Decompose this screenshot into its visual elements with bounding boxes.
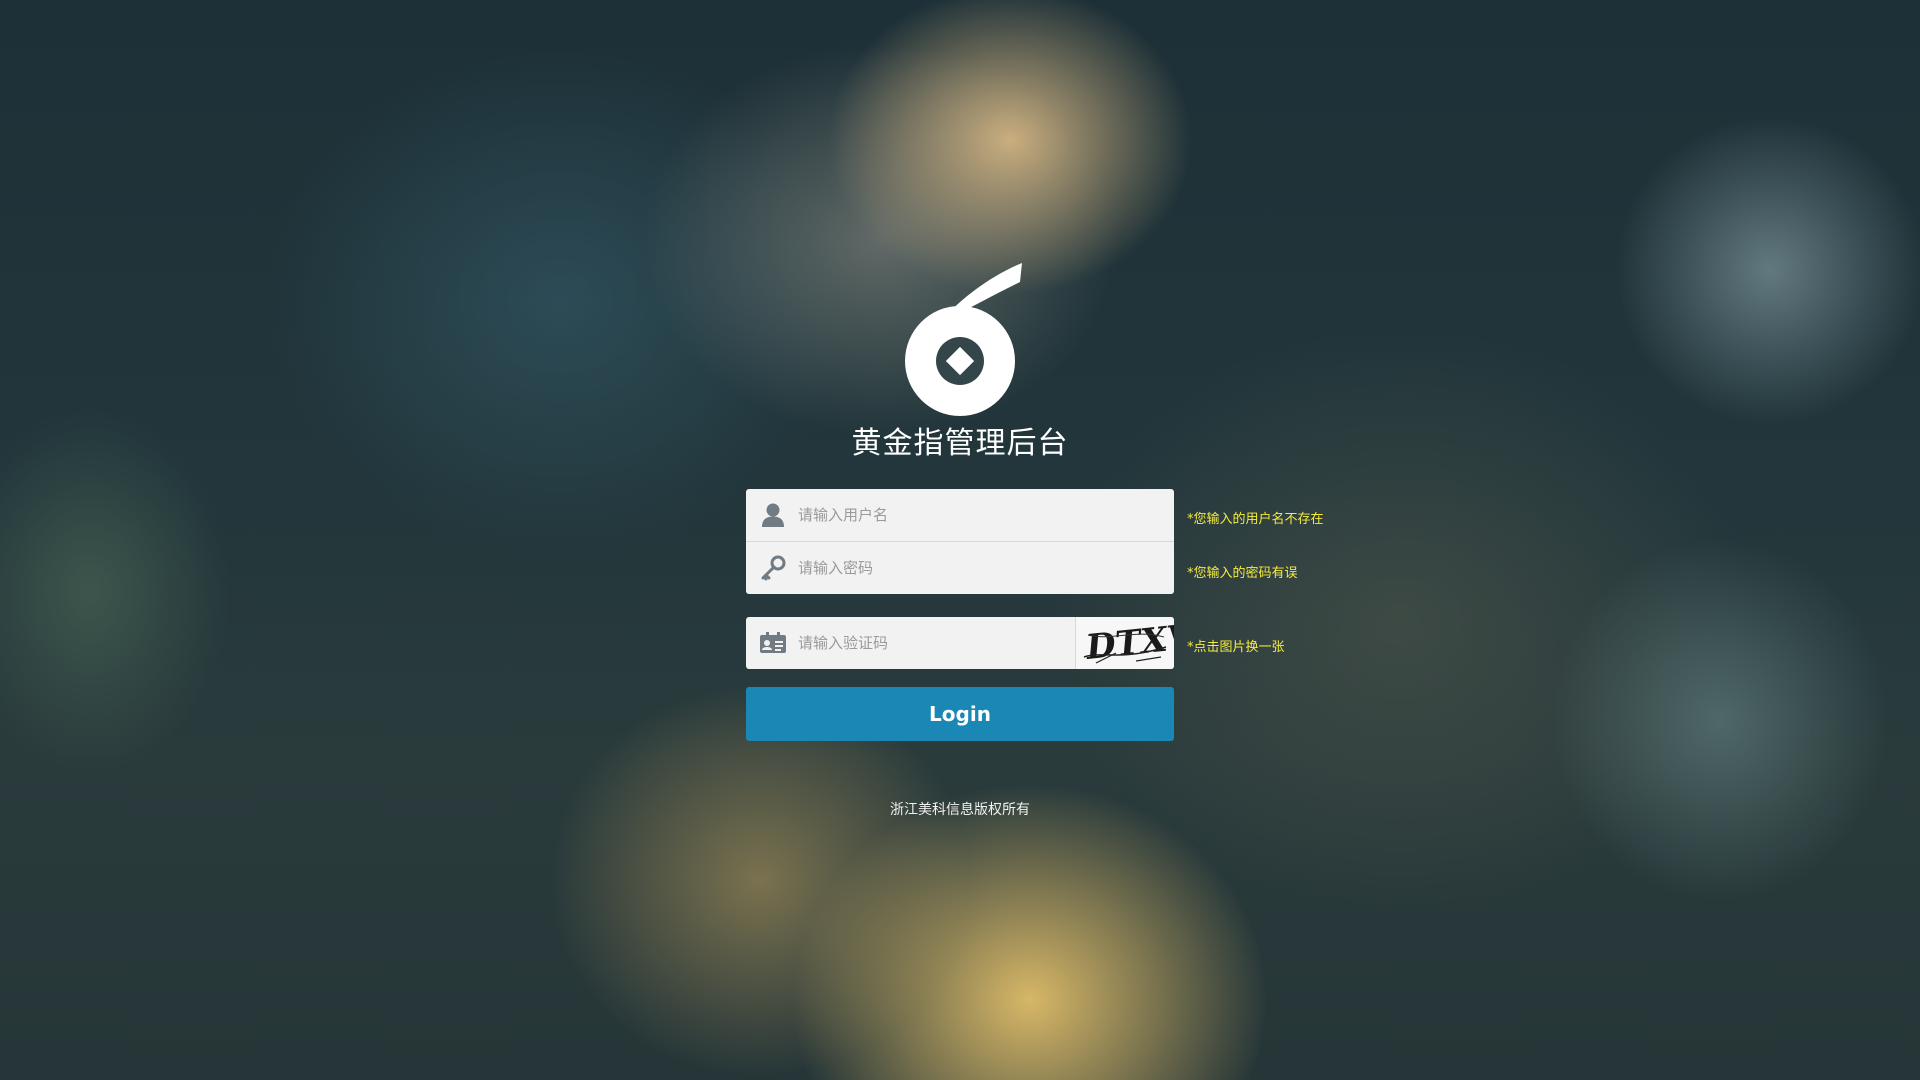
id-card-icon: [758, 628, 788, 658]
username-error: *您输入的用户名不存在: [1187, 512, 1324, 527]
login-button[interactable]: Login: [746, 687, 1174, 741]
credentials-panel: [746, 489, 1174, 594]
key-icon: [758, 553, 788, 583]
page-title: 黄金指管理后台: [851, 426, 1069, 461]
username-input[interactable]: [796, 494, 1174, 536]
captcha-image[interactable]: DTXV: [1075, 617, 1174, 669]
captcha-panel: DTXV: [746, 617, 1174, 669]
captcha-text: DTXV: [1083, 617, 1174, 668]
password-row: [746, 542, 1174, 594]
copyright-text: 浙江美科信息版权所有: [890, 802, 1030, 818]
username-row: [746, 489, 1174, 542]
user-icon: [758, 500, 788, 530]
password-error: *您输入的密码有误: [1187, 566, 1298, 581]
captcha-refresh-hint: *点击图片换一张: [1187, 640, 1285, 655]
captcha-input[interactable]: [796, 622, 1075, 664]
gold-finger-logo-icon: [894, 260, 1034, 420]
password-input[interactable]: [796, 547, 1174, 589]
